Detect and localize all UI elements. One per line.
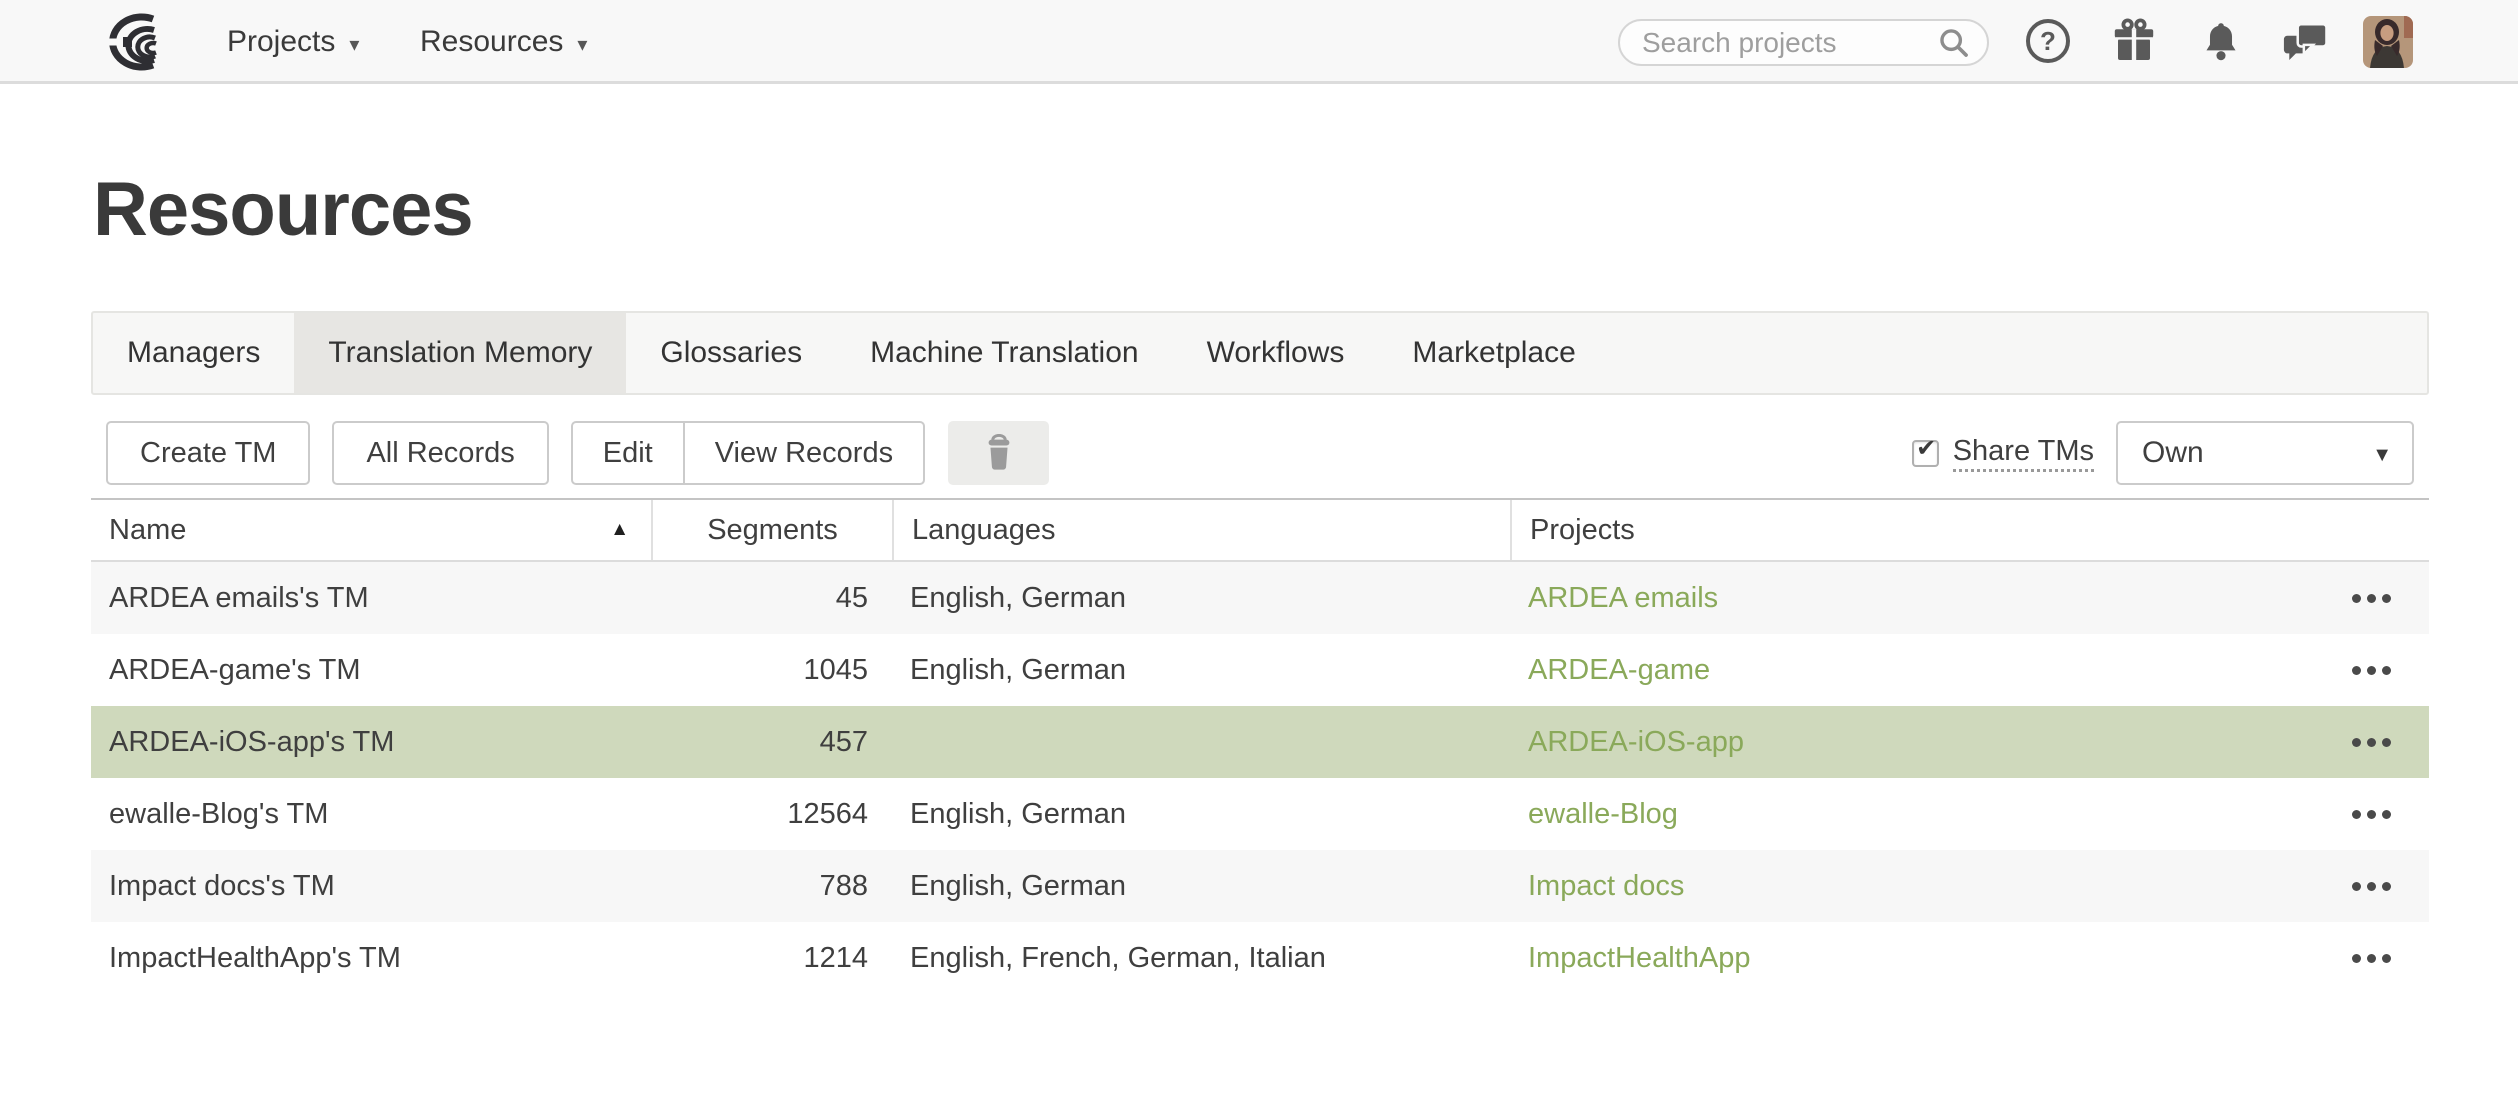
tm-segments: 1045: [651, 654, 892, 687]
check-icon: ✔: [1916, 437, 1936, 461]
row-menu-icon[interactable]: [2352, 656, 2391, 685]
table-row-selected[interactable]: ARDEA-iOS-app's TM 457 ARDEA-iOS-app: [91, 706, 2429, 778]
tm-languages: English, French, German, Italian: [892, 942, 1510, 975]
tab-translation-memory[interactable]: Translation Memory: [294, 313, 626, 393]
help-icon[interactable]: ?: [2026, 19, 2070, 63]
chevron-down-icon: ▾: [349, 28, 359, 57]
nav-item-resources[interactable]: Resources ▾: [420, 0, 587, 84]
tm-segments: 12564: [651, 798, 892, 831]
table-row[interactable]: ARDEA emails's TM 45 English, German ARD…: [91, 562, 2429, 634]
tm-languages: English, German: [892, 582, 1510, 615]
avatar[interactable]: [2363, 16, 2413, 68]
column-header-name[interactable]: Name ▲: [91, 500, 651, 560]
project-link[interactable]: ARDEA-game: [1528, 654, 1710, 687]
table-header: Name ▲ Segments Languages Projects: [91, 498, 2429, 562]
table-row[interactable]: Impact docs's TM 788 English, German Imp…: [91, 850, 2429, 922]
column-header-segments[interactable]: Segments: [651, 500, 892, 560]
caret-down-icon: ▼: [2372, 444, 2392, 467]
tm-scope-selected-value: Own: [2142, 436, 2204, 470]
tab-machine-translation[interactable]: Machine Translation: [836, 313, 1172, 393]
sort-ascending-icon: ▲: [610, 519, 629, 541]
trash-icon: [983, 434, 1015, 472]
top-nav: Projects ▾ Resources ▾ ?: [0, 0, 2518, 84]
resource-tabs: Managers Translation Memory Glossaries M…: [91, 311, 2429, 395]
table-row[interactable]: ARDEA-game's TM 1045 English, German ARD…: [91, 634, 2429, 706]
view-records-button[interactable]: View Records: [683, 423, 923, 483]
chat-icon[interactable]: [2280, 20, 2330, 71]
page-title: Resources: [93, 166, 2429, 253]
nav-item-label: Projects: [227, 25, 335, 59]
project-link[interactable]: ewalle-Blog: [1528, 798, 1678, 831]
edit-button[interactable]: Edit: [573, 423, 683, 483]
tm-name: ARDEA emails's TM: [91, 582, 651, 615]
main-content: Resources Managers Translation Memory Gl…: [91, 166, 2429, 994]
app-logo-icon[interactable]: [94, 11, 168, 73]
tm-segments: 457: [651, 726, 892, 759]
tm-name: ewalle-Blog's TM: [91, 798, 651, 831]
tm-segments: 1214: [651, 942, 892, 975]
tm-segments: 788: [651, 870, 892, 903]
chevron-down-icon: ▾: [577, 28, 587, 57]
share-tms-control: ✔ Share TMs: [1912, 435, 2094, 472]
tm-name: ImpactHealthApp's TM: [91, 942, 651, 975]
column-header-projects[interactable]: Projects: [1510, 500, 2429, 560]
nav-item-projects[interactable]: Projects ▾: [227, 0, 359, 84]
all-records-button[interactable]: All Records: [332, 421, 548, 485]
table-row[interactable]: ImpactHealthApp's TM 1214 English, Frenc…: [91, 922, 2429, 994]
edit-view-button-group: Edit View Records: [571, 421, 925, 485]
tm-languages: English, German: [892, 798, 1510, 831]
row-menu-icon[interactable]: [2352, 872, 2391, 901]
search-input[interactable]: [1642, 27, 1937, 59]
tab-marketplace[interactable]: Marketplace: [1378, 313, 1609, 393]
tm-scope-select[interactable]: Own ▼: [2116, 421, 2414, 485]
row-menu-icon[interactable]: [2352, 800, 2391, 829]
tm-name: ARDEA-iOS-app's TM: [91, 726, 651, 759]
tm-name: ARDEA-game's TM: [91, 654, 651, 687]
project-link[interactable]: ARDEA-iOS-app: [1528, 726, 1744, 759]
column-header-languages[interactable]: Languages: [892, 500, 1510, 560]
tm-table: Name ▲ Segments Languages Projects ARDEA…: [91, 498, 2429, 994]
delete-button[interactable]: [948, 421, 1049, 485]
project-link[interactable]: ImpactHealthApp: [1528, 942, 1750, 975]
tm-name: Impact docs's TM: [91, 870, 651, 903]
bell-icon[interactable]: [2200, 19, 2242, 70]
row-menu-icon[interactable]: [2352, 584, 2391, 613]
tm-toolbar: Create TM All Records Edit View Records …: [91, 421, 2429, 485]
project-search: [1618, 19, 1989, 66]
project-link[interactable]: ARDEA emails: [1528, 582, 1718, 615]
tab-workflows[interactable]: Workflows: [1173, 313, 1379, 393]
tab-glossaries[interactable]: Glossaries: [626, 313, 836, 393]
question-mark-glyph: ?: [2040, 26, 2056, 57]
tm-languages: English, German: [892, 654, 1510, 687]
tm-segments: 45: [651, 582, 892, 615]
row-menu-icon[interactable]: [2352, 944, 2391, 973]
nav-item-label: Resources: [420, 25, 563, 59]
search-icon[interactable]: [1937, 26, 1971, 60]
share-tms-label[interactable]: Share TMs: [1953, 435, 2094, 472]
gift-icon[interactable]: [2110, 16, 2158, 71]
tm-languages: English, German: [892, 870, 1510, 903]
create-tm-button[interactable]: Create TM: [106, 421, 310, 485]
table-row[interactable]: ewalle-Blog's TM 12564 English, German e…: [91, 778, 2429, 850]
row-menu-icon[interactable]: [2352, 728, 2391, 757]
project-link[interactable]: Impact docs: [1528, 870, 1684, 903]
tab-managers[interactable]: Managers: [93, 313, 294, 393]
share-tms-checkbox[interactable]: ✔: [1912, 440, 1939, 467]
